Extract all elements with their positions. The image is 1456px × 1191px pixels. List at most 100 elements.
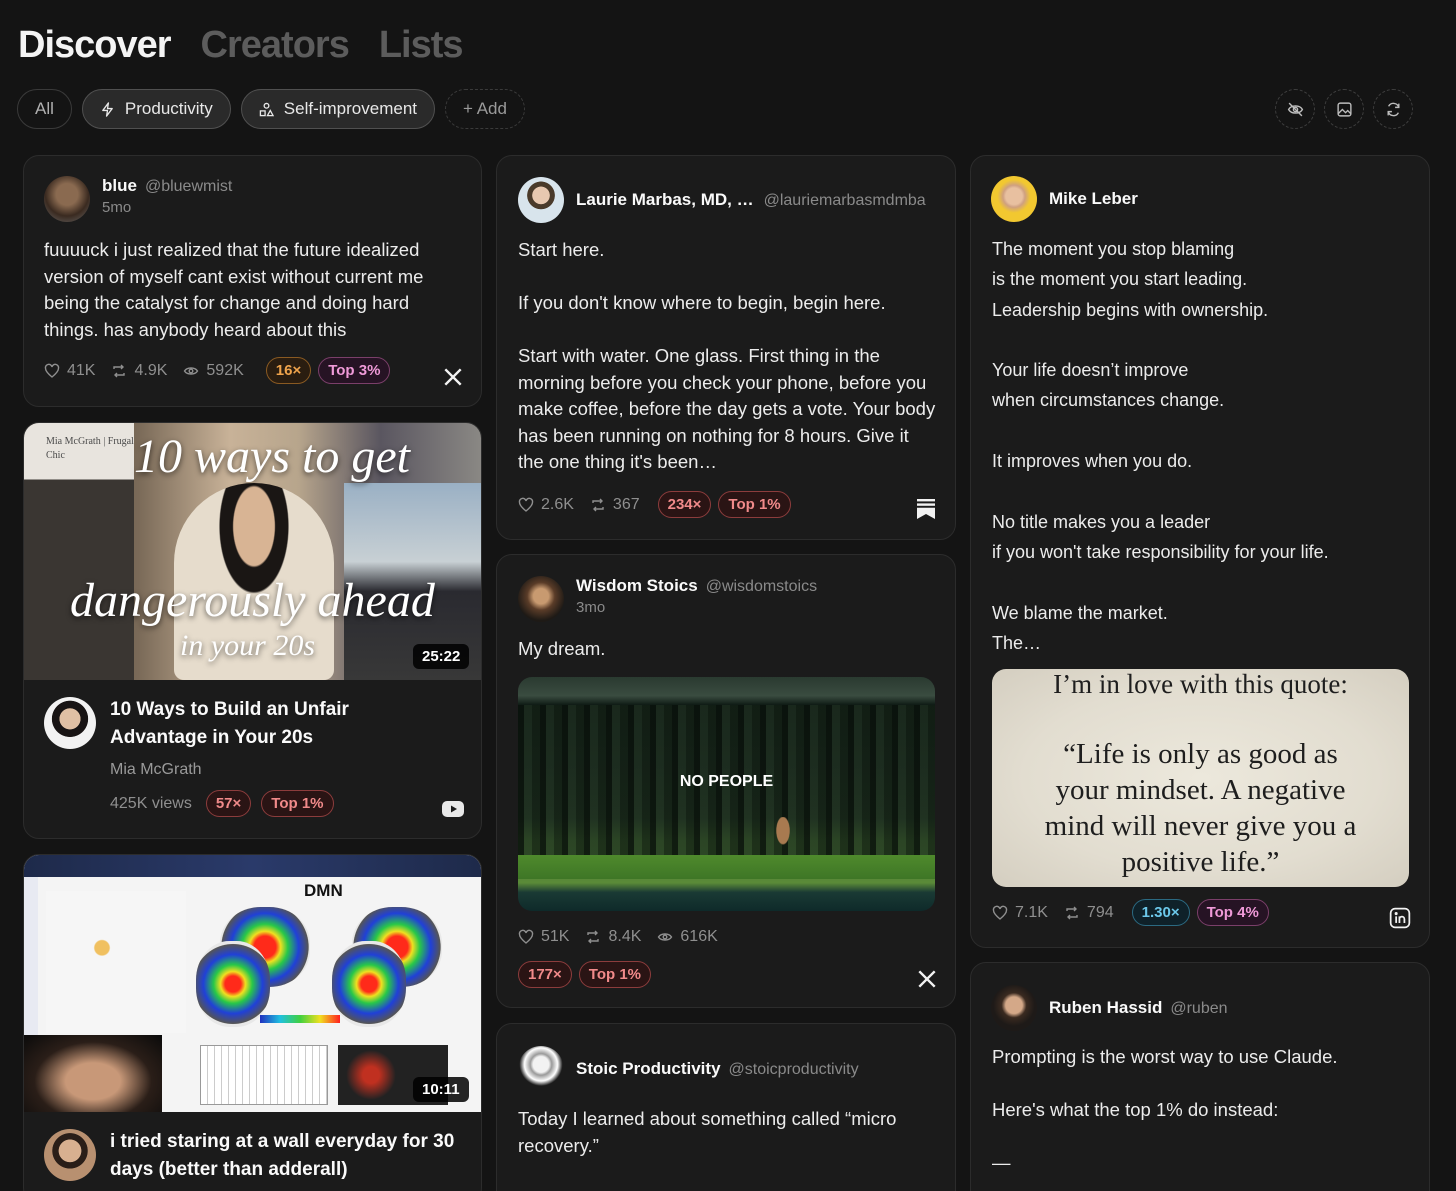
repost-icon <box>113 364 126 377</box>
post-text: Today I learned about something called “… <box>518 1108 897 1156</box>
filter-productivity[interactable]: Productivity <box>81 89 231 129</box>
main-tabs: Discover Creators Lists <box>18 24 464 67</box>
video-title[interactable]: i tried staring at a wall everyday for 3… <box>110 1128 466 1184</box>
author-name[interactable]: blue <box>102 176 137 196</box>
heart-icon <box>44 363 60 378</box>
rank-badge: Top 1% <box>578 961 652 988</box>
author-handle[interactable]: @stoicproductivity <box>729 1061 859 1079</box>
video-card-mia[interactable]: Mia McGrath | Frugal Chic 10 ways to get… <box>23 422 482 839</box>
post-card-mike[interactable]: Mike Leber The moment you stop blaming i… <box>970 155 1430 948</box>
image-icon <box>1336 101 1352 117</box>
youtube-logo-icon[interactable] <box>441 798 465 820</box>
author-name[interactable]: Wisdom Stoics <box>576 576 698 596</box>
multiplier-badge: 177× <box>518 961 572 988</box>
video-card-wall[interactable]: DMN 10:11 i tried staring at a wall ever… <box>23 854 482 1191</box>
views-count: 592K <box>206 361 244 379</box>
likes-stat: 41K <box>44 362 95 380</box>
eye-off-icon <box>1287 102 1303 116</box>
post-text: My dream. <box>518 638 606 659</box>
author-name[interactable]: Stoic Productivity <box>576 1059 721 1079</box>
filter-productivity-label: Productivity <box>124 99 213 118</box>
x-logo-icon[interactable] <box>916 968 938 990</box>
video-thumbnail[interactable]: Mia McGrath | Frugal Chic 10 ways to get… <box>24 423 481 680</box>
shapes-icon <box>259 102 274 116</box>
tab-discover[interactable]: Discover <box>18 24 172 67</box>
tab-creators[interactable]: Creators <box>201 24 350 67</box>
avatar[interactable] <box>44 176 90 222</box>
likes-count: 2.6K <box>541 495 574 513</box>
channel-name[interactable]: Mia McGrath <box>110 761 202 779</box>
post-card-laurie[interactable]: Laurie Marbas, MD, … @lauriemarbasmdmba S… <box>496 155 956 540</box>
channel-avatar[interactable] <box>44 697 96 749</box>
post-author: Stoic Productivity @stoicproductivity <box>518 1046 859 1092</box>
hide-button[interactable] <box>1275 89 1315 129</box>
thumb-title-line-1: 10 ways to get <box>134 430 410 483</box>
rank-badge: Top 3% <box>318 357 391 384</box>
author-handle[interactable]: @ruben <box>1170 1000 1227 1018</box>
post-card-blue[interactable]: blue @bluewmist 5mo fuuuuck i just realiz… <box>23 155 482 407</box>
filter-self-improvement-label: Self-improvement <box>283 99 417 118</box>
refresh-icon <box>1386 102 1400 116</box>
multiplier-badge: 57× <box>205 790 252 817</box>
refresh-button[interactable] <box>1373 89 1413 129</box>
avatar[interactable] <box>518 1046 564 1092</box>
post-author: blue @bluewmist 5mo <box>44 176 232 222</box>
reposts-stat: 4.9K <box>111 362 167 380</box>
views-stat: 616K <box>657 928 718 946</box>
author-handle[interactable]: @lauriemarbasmdmba <box>764 192 926 210</box>
post-image[interactable]: NO PEOPLE <box>518 677 935 911</box>
linkedin-logo-icon[interactable] <box>1389 907 1411 929</box>
author-name[interactable]: Laurie Marbas, MD, … <box>576 190 754 210</box>
post-text: The moment you stop blaming is the momen… <box>992 239 1329 653</box>
post-card-stoic[interactable]: Stoic Productivity @stoicproductivity Tod… <box>496 1023 956 1191</box>
post-stats: 7.1K 794 1.30× Top 4% <box>992 899 1269 926</box>
rank-badge: Top 4% <box>1196 899 1269 926</box>
filter-self-improvement[interactable]: Self-improvement <box>240 89 435 129</box>
post-card-ruben[interactable]: Ruben Hassid @ruben Prompting is the wors… <box>970 962 1430 1191</box>
tab-lists[interactable]: Lists <box>379 24 464 67</box>
likes-stat: 51K <box>518 928 569 946</box>
author-handle[interactable]: @bluewmist <box>145 178 232 196</box>
post-author: Laurie Marbas, MD, … @lauriemarbasmdmba <box>518 177 926 223</box>
post-card-wisdom[interactable]: Wisdom Stoics @wisdomstoics 3mo My dream.… <box>496 554 956 1008</box>
avatar[interactable] <box>991 985 1037 1031</box>
avatar[interactable] <box>991 176 1037 222</box>
image-quote: “Life is only as good as your mindset. A… <box>1044 738 1357 878</box>
thumb-brand: Mia McGrath | Frugal Chic <box>46 436 134 461</box>
add-filter-label: + Add <box>463 99 507 118</box>
likes-count: 41K <box>67 361 96 379</box>
multiplier-badge: 1.30× <box>1131 899 1190 926</box>
post-age: 3mo <box>576 599 606 616</box>
author-handle[interactable]: @wisdomstoics <box>706 578 817 596</box>
video-title[interactable]: 10 Ways to Build an Unfair Advantage in … <box>110 696 440 752</box>
author-name[interactable]: Mike Leber <box>1049 189 1138 209</box>
x-logo-icon[interactable] <box>442 366 464 388</box>
lightning-icon <box>102 101 113 117</box>
avatar[interactable] <box>518 177 564 223</box>
substack-logo-icon[interactable] <box>915 498 937 520</box>
avatar[interactable] <box>518 576 564 622</box>
heart-icon <box>992 905 1008 920</box>
heart-icon <box>518 497 534 512</box>
likes-stat: 2.6K <box>518 496 574 514</box>
likes-count: 51K <box>541 928 570 945</box>
reposts-stat: 367 <box>590 496 640 514</box>
filter-all[interactable]: All <box>17 89 72 129</box>
media-toggle-button[interactable] <box>1324 89 1364 129</box>
channel-avatar[interactable] <box>44 1129 96 1181</box>
post-image[interactable]: I’m in love with this quote: “Life is on… <box>992 669 1409 887</box>
video-duration: 10:11 <box>413 1077 469 1102</box>
multiplier-badge: 16× <box>265 357 312 384</box>
thumb-label: DMN <box>304 881 343 900</box>
views-count: 616K <box>680 928 718 945</box>
add-filter-button[interactable]: + Add <box>445 89 525 129</box>
video-thumbnail[interactable]: DMN 10:11 <box>24 855 481 1112</box>
repost-icon <box>592 498 604 511</box>
views-stat: 592K <box>183 361 244 380</box>
eye-icon <box>184 366 199 375</box>
post-text: Start here. If you don't know where to b… <box>518 239 936 472</box>
repost-icon <box>1066 906 1078 919</box>
reposts-count: 8.4K <box>608 928 642 945</box>
toolbar <box>1275 89 1413 129</box>
author-name[interactable]: Ruben Hassid <box>1049 998 1162 1018</box>
